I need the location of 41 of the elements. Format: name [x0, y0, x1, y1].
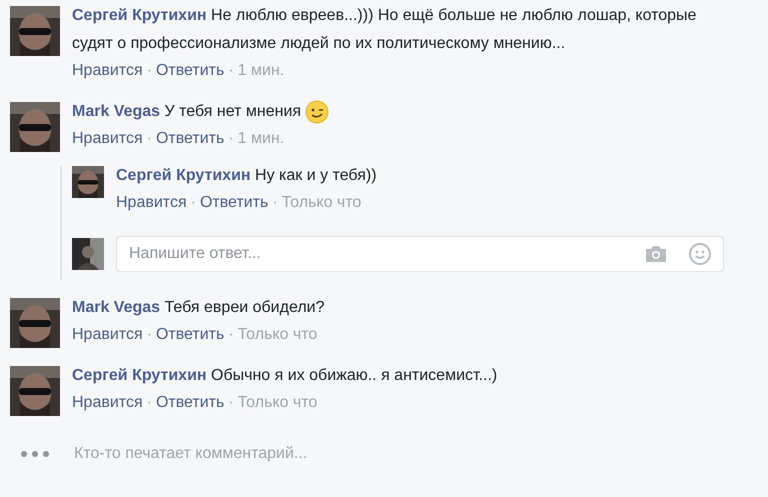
separator-dot: ·	[228, 325, 234, 345]
comment-text: Сергей Крутихин Обычно я их обижаю.. я антисемист...)	[72, 366, 498, 386]
comment-text: Mark Vegas У тебя нет мнения	[72, 98, 330, 126]
comment-time: Только что	[238, 393, 318, 413]
comment-time: Только что	[238, 325, 318, 345]
camera-icon[interactable]	[644, 244, 668, 264]
separator-dot: ·	[146, 393, 152, 413]
separator-dot: ·	[272, 193, 278, 213]
comment-text: Mark Vegas Тебя евреи обидели?	[72, 298, 324, 318]
emoji-icon[interactable]	[688, 242, 712, 266]
comment-text: Сергей Крутихин Ну как и у тебя))	[116, 166, 377, 186]
typing-dots-icon	[20, 450, 50, 458]
action-link[interactable]: Ответить	[156, 322, 224, 348]
action-link[interactable]: Нравится	[72, 58, 143, 84]
author-link[interactable]: Сергей Крутихин	[116, 167, 251, 184]
author-link[interactable]: Сергей Крутихин	[72, 7, 207, 24]
action-link[interactable]: Нравится	[116, 190, 187, 216]
action-link[interactable]: Нравится	[72, 126, 143, 152]
emoji-icon	[305, 100, 330, 124]
separator-dot: ·	[228, 129, 234, 149]
separator-dot: ·	[190, 193, 196, 213]
comment-time: Только что	[282, 193, 362, 213]
action-link[interactable]: Нравится	[72, 322, 143, 348]
separator-dot: ·	[146, 325, 152, 345]
author-link[interactable]: Mark Vegas	[72, 299, 160, 316]
action-link[interactable]: Ответить	[156, 58, 224, 84]
action-link[interactable]: Ответить	[156, 126, 224, 152]
separator-dot: ·	[146, 61, 152, 81]
author-link[interactable]: Сергей Крутихин	[72, 367, 207, 384]
typing-indicator: Кто-то печатает комментарий...	[74, 444, 308, 464]
action-link[interactable]: Ответить	[200, 190, 268, 216]
separator-dot: ·	[228, 61, 234, 81]
author-link[interactable]: Mark Vegas	[72, 103, 160, 120]
comment-time: 1 мин.	[238, 129, 284, 149]
separator-dot: ·	[146, 129, 152, 149]
separator-dot: ·	[228, 393, 234, 413]
action-link[interactable]: Ответить	[156, 390, 224, 416]
action-link[interactable]: Нравится	[72, 390, 143, 416]
comment-text: Сергей Крутихин Не люблю евреев...))) Но ещё больше не люблю лошар, которые судят о профессионализме людей по их политическому мнению...	[72, 6, 698, 54]
comment-time: 1 мин.	[238, 61, 284, 81]
reply-field[interactable]: Напишите ответ...	[116, 236, 724, 272]
